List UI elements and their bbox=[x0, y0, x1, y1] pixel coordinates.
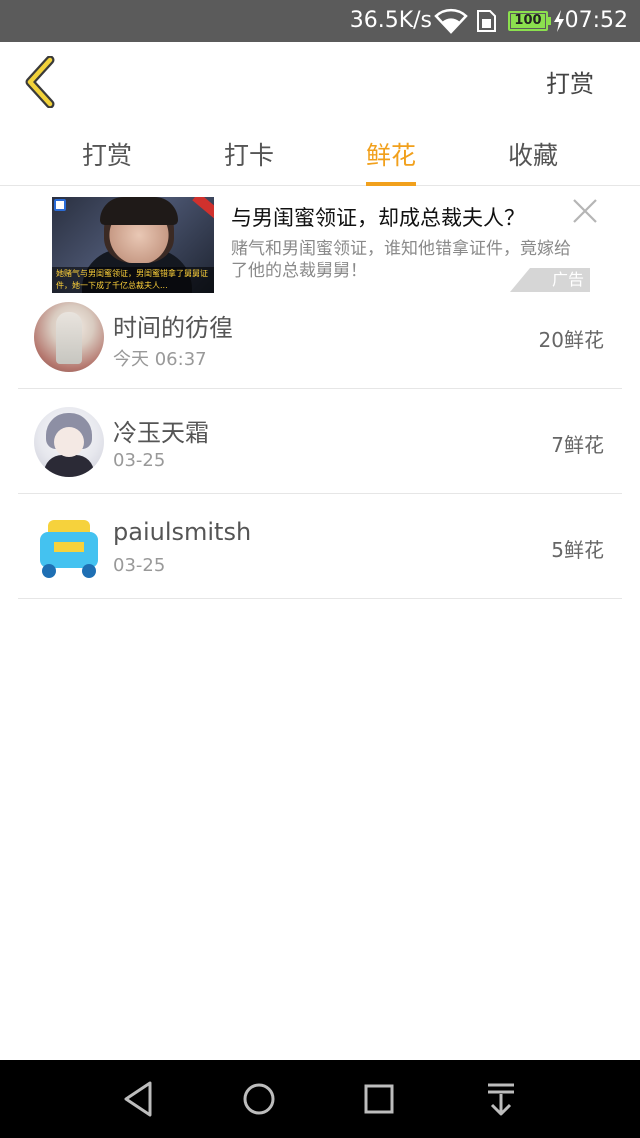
tab-reward[interactable]: 打赏 bbox=[82, 136, 132, 172]
tab-flowers[interactable]: 鲜花 bbox=[366, 136, 417, 186]
avatar-car-grill bbox=[54, 542, 84, 552]
flower-count: 20鲜花 bbox=[538, 328, 604, 352]
avatar-body bbox=[44, 455, 94, 477]
avatar-face bbox=[54, 427, 84, 457]
avatar[interactable] bbox=[34, 407, 104, 477]
ad-image[interactable]: 她赌气与男闺蜜领证，男闺蜜错拿了舅舅证件，她一下成了千亿总裁夫人... bbox=[52, 197, 214, 293]
nav-notifications-icon[interactable] bbox=[480, 1078, 522, 1120]
ad-description: 赌气和男闺蜜领证，谁知他错拿证件，竟嫁给了他的总裁舅舅！ bbox=[231, 239, 571, 281]
ad-image-ribbon bbox=[192, 197, 214, 220]
flower-list: 时间的彷徨 今天 06:37 20鲜花 冷玉天霜 03-25 7鲜花 paiul… bbox=[18, 284, 622, 599]
battery-level: 100 bbox=[511, 14, 545, 28]
navigation-bar bbox=[0, 1060, 640, 1138]
battery-cap bbox=[548, 17, 551, 25]
ad-title: 与男闺蜜领证，却成总裁夫人？ bbox=[231, 206, 525, 230]
top-bar: 打赏 bbox=[0, 42, 640, 122]
user-name: 冷玉天霜 bbox=[113, 419, 209, 447]
list-item[interactable]: 时间的彷徨 今天 06:37 20鲜花 bbox=[18, 284, 622, 389]
avatar[interactable] bbox=[34, 302, 104, 372]
status-bar: 36.5K/s 100 07:52 bbox=[0, 0, 640, 42]
nav-home-icon[interactable] bbox=[238, 1078, 280, 1120]
tab-checkin[interactable]: 打卡 bbox=[224, 136, 274, 172]
battery-icon: 100 bbox=[508, 11, 548, 31]
user-name: 时间的彷徨 bbox=[113, 314, 233, 342]
flower-count: 7鲜花 bbox=[551, 433, 604, 457]
sim-card-icon bbox=[477, 10, 496, 32]
ad-app-logo-icon bbox=[54, 199, 66, 211]
avatar-figure bbox=[56, 312, 82, 364]
wifi-icon bbox=[434, 8, 468, 34]
avatar-car-wheel bbox=[82, 564, 96, 578]
tab-bar: 打赏 打卡 鲜花 收藏 bbox=[0, 122, 640, 186]
avatar[interactable] bbox=[34, 512, 104, 582]
list-item[interactable]: paiulsmitsh 03-25 5鲜花 bbox=[18, 494, 622, 599]
list-item[interactable]: 冷玉天霜 03-25 7鲜花 bbox=[18, 389, 622, 494]
network-speed: 36.5K/s bbox=[349, 8, 432, 33]
timestamp: 今天 06:37 bbox=[113, 349, 207, 370]
ad-image-hair bbox=[100, 197, 178, 225]
ad-banner[interactable]: 她赌气与男闺蜜领证，男闺蜜错拿了舅舅证件，她一下成了千亿总裁夫人... 与男闺蜜… bbox=[0, 188, 640, 296]
user-name: paiulsmitsh bbox=[113, 518, 252, 546]
flower-count: 5鲜花 bbox=[551, 538, 604, 562]
nav-back-icon[interactable] bbox=[118, 1078, 160, 1120]
avatar-car-wheel bbox=[42, 564, 56, 578]
back-chevron-icon[interactable] bbox=[22, 56, 62, 108]
tab-favorites[interactable]: 收藏 bbox=[508, 136, 558, 172]
nav-recent-apps-icon[interactable] bbox=[358, 1078, 400, 1120]
clock: 07:52 bbox=[564, 8, 628, 33]
timestamp: 03-25 bbox=[113, 450, 166, 471]
reward-button[interactable]: 打赏 bbox=[546, 64, 594, 99]
timestamp: 03-25 bbox=[113, 555, 166, 576]
close-icon[interactable] bbox=[572, 198, 598, 224]
